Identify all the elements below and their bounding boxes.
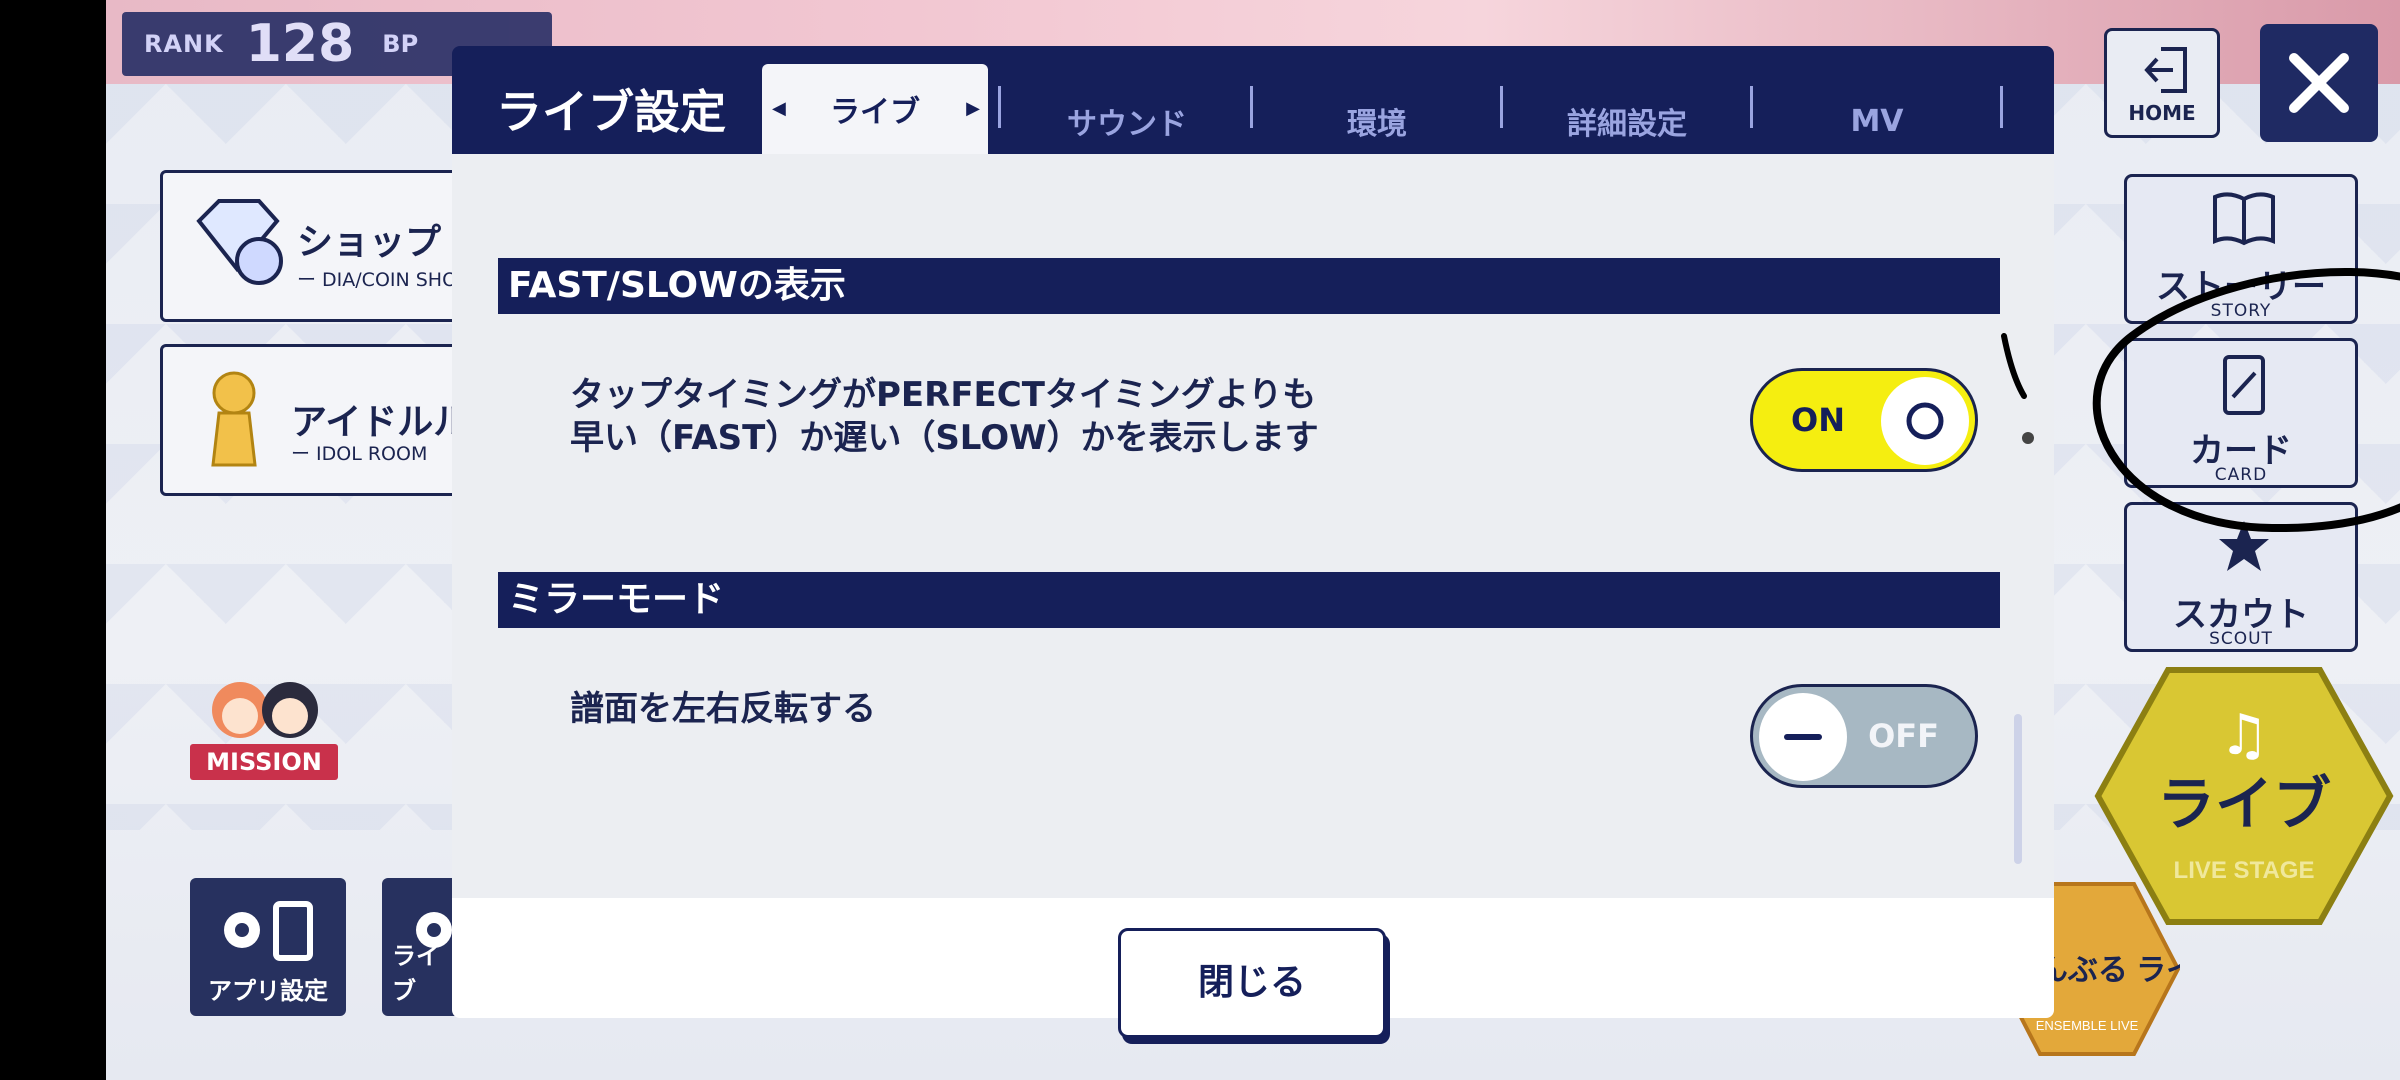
fast-slow-description-line2: 早い（FAST）か遅い（SLOW）かを表示します <box>570 418 1319 458</box>
minus-icon <box>1784 734 1822 740</box>
home-button[interactable]: HOME <box>2104 28 2220 138</box>
fast-slow-description: タップタイミングがPERFECTタイミングよりも 早い（FAST）か遅い（SLO… <box>570 374 1319 460</box>
section-header-mirror-mode: ミラーモード <box>498 572 2000 628</box>
fast-slow-description-line1: タップタイミングがPERFECTタイミングよりも <box>570 375 1317 415</box>
bp-label: BP <box>382 30 419 58</box>
shop-subtitle: ー DIA/COIN SHO <box>297 269 458 291</box>
mission-button[interactable]: MISSION <box>190 670 338 780</box>
idol-room-subtitle: ー IDOL ROOM <box>291 443 428 465</box>
mirror-mode-toggle[interactable]: OFF <box>1750 684 1978 788</box>
live-settings-button[interactable]: ライブ <box>382 878 462 1016</box>
app-settings-button[interactable]: アプリ設定 <box>190 878 346 1016</box>
gear-phone-icon <box>224 901 313 961</box>
live-settings-label: ライブ <box>392 942 440 1005</box>
chibi-characters-image <box>206 670 324 750</box>
tab-live-label: ライブ <box>830 95 920 130</box>
tab-environment-label: 環境 <box>1347 107 1407 142</box>
tab-mv[interactable]: MV <box>1754 88 2000 154</box>
close-x-button[interactable] <box>2260 24 2378 142</box>
music-note-icon: ♫ <box>2219 703 2269 768</box>
tab-environment[interactable]: 環境 <box>1254 88 1500 154</box>
home-label: HOME <box>2128 101 2196 125</box>
close-button[interactable]: 閉じる <box>1118 928 1386 1038</box>
toggle-off-label: OFF <box>1868 717 1939 755</box>
dialog-header: ライブ設定 ◀ ライブ ▶ サウンド 環境 詳細設定 MV <box>452 46 2054 154</box>
tab-divider <box>998 86 1001 128</box>
live-sublabel: LIVE STAGE <box>2174 857 2315 884</box>
tab-right-arrow-icon: ▶ <box>966 98 980 119</box>
tab-advanced-label: 詳細設定 <box>1567 107 1687 142</box>
hand-drawn-circle-annotation <box>2001 268 2400 533</box>
mirror-mode-description: 譜面を左右反転する <box>570 689 876 729</box>
mission-label: MISSION <box>190 744 338 780</box>
tab-divider <box>2000 86 2003 128</box>
toggle-knob <box>1759 693 1847 781</box>
tab-divider <box>1750 86 1753 128</box>
tab-left-arrow-icon: ◀ <box>772 98 786 119</box>
dialog-body: FAST/SLOWの表示 タップタイミングがPERFECTタイミングよりも 早い… <box>452 154 2054 898</box>
tab-advanced[interactable]: 詳細設定 <box>1504 88 1750 154</box>
idol-figure-icon <box>189 365 279 479</box>
app-settings-label: アプリ設定 <box>208 977 328 1005</box>
shop-title: ショップ <box>297 222 442 263</box>
book-icon <box>2213 192 2275 246</box>
idol-room-title: アイドルル <box>291 402 470 443</box>
dialog-footer: 閉じる <box>452 898 2054 1038</box>
ensemble-sublabel: ENSEMBLE LIVE <box>2036 1018 2139 1033</box>
live-stage-button[interactable]: ♫ ライブ LIVE STAGE <box>2094 664 2394 928</box>
diamond-coin-icon <box>189 191 289 295</box>
section-header-fast-slow: FAST/SLOWの表示 <box>498 258 2000 314</box>
dialog-title: ライブ設定 <box>496 85 726 139</box>
tab-mv-label: MV <box>1850 103 1904 139</box>
fast-slow-toggle[interactable]: ON <box>1750 368 1978 472</box>
tab-live[interactable]: ◀ ライブ ▶ <box>762 64 988 154</box>
toggle-on-label: ON <box>1791 401 1845 439</box>
rank-label: RANK <box>144 30 224 58</box>
exit-icon <box>2144 47 2187 93</box>
rank-value: 128 <box>245 14 355 74</box>
tab-sound[interactable]: サウンド <box>1004 88 1250 154</box>
scout-sublabel: SCOUT <box>2209 629 2273 649</box>
tab-divider <box>1500 86 1503 128</box>
live-settings-dialog: ライブ設定 ◀ ライブ ▶ サウンド 環境 詳細設定 MV FAST/SLOWの… <box>452 46 2400 1038</box>
tab-divider <box>1250 86 1253 128</box>
scrollbar[interactable] <box>2014 714 2022 864</box>
live-label: ライブ <box>2157 772 2331 837</box>
close-icon <box>2289 53 2349 113</box>
tab-sound-label: サウンド <box>1067 107 1187 142</box>
